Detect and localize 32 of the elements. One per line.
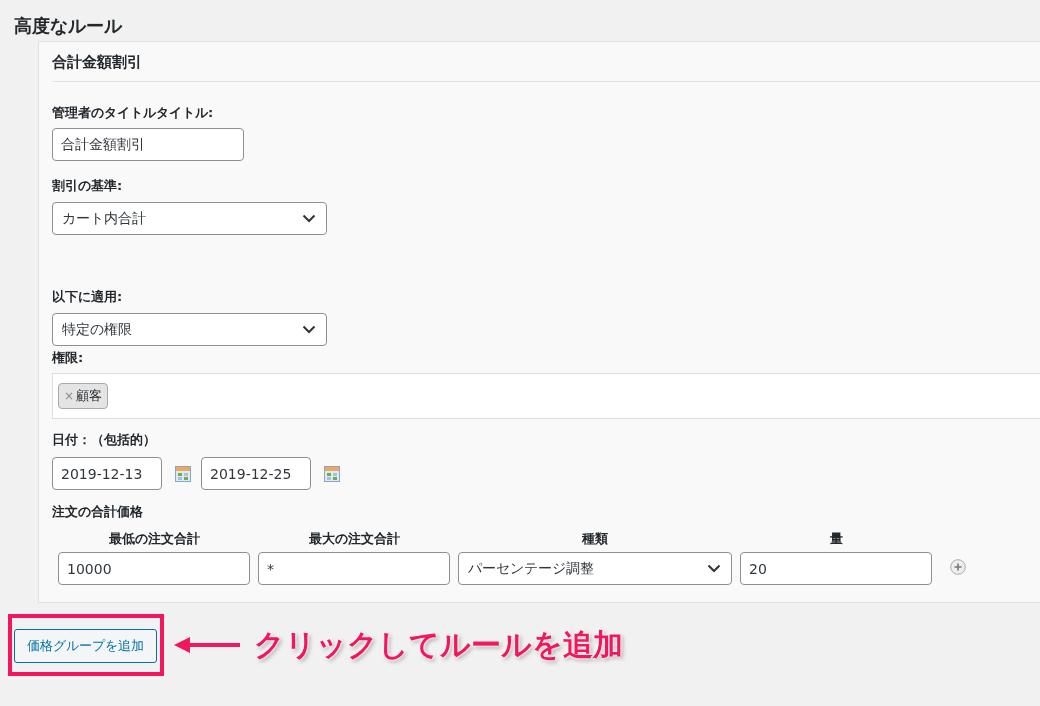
apply-to-dropdown[interactable]: 特定の権限 [52, 313, 327, 346]
chevron-down-icon [707, 564, 721, 573]
max-total-field[interactable]: * [258, 552, 450, 585]
column-header: 量 [736, 530, 936, 552]
calendar-icon[interactable] [175, 465, 191, 482]
admin-title-field[interactable]: 合計金額割引 [52, 128, 244, 161]
rule-title: 合計金額割引 [52, 42, 1040, 82]
add-row-icon[interactable] [950, 558, 966, 575]
calendar-icon[interactable] [324, 465, 340, 482]
column-header: 種類 [454, 530, 736, 552]
add-price-group-button[interactable]: 価格グループを追加 [14, 629, 157, 663]
field-label: 注文の合計価格 [52, 503, 144, 521]
field-label: 以下に適用: [52, 288, 124, 306]
section-heading: 高度なルール [13, 14, 124, 38]
column-header: 最大の注文合計 [254, 530, 454, 552]
arrow-icon [174, 637, 240, 653]
role-tag[interactable]: ×顧客 [58, 383, 109, 409]
field-label: 日付：（包括的） [52, 431, 157, 449]
min-total-field[interactable]: 10000 [58, 552, 250, 585]
amount-field[interactable]: 20 [740, 552, 932, 585]
field-label: 割引の基準: [52, 177, 124, 195]
start-date-field[interactable]: 2019-12-13 [52, 457, 162, 490]
discount-basis-dropdown[interactable]: カート内合計 [52, 202, 327, 235]
end-date-field[interactable]: 2019-12-25 [201, 457, 311, 490]
chevron-down-icon [302, 214, 316, 223]
field-label: 管理者のタイトルタイトル: [52, 104, 215, 122]
column-header: 最低の注文合計 [54, 530, 254, 552]
roles-field[interactable]: ×顧客 [52, 373, 1040, 419]
annotation-text: クリックしてルールを追加 [254, 625, 623, 664]
chevron-down-icon [302, 325, 316, 334]
type-dropdown[interactable]: パーセンテージ調整 [458, 552, 732, 585]
field-label: 権限: [52, 349, 85, 367]
